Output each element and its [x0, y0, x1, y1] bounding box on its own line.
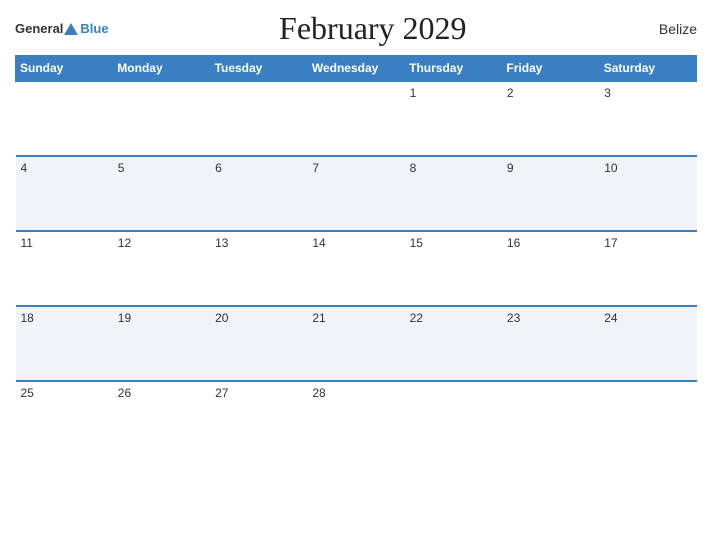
country-label: Belize: [637, 21, 697, 37]
day-cell: 2: [502, 81, 599, 156]
day-number: 20: [215, 311, 228, 325]
day-number: 24: [604, 311, 617, 325]
day-number: 18: [21, 311, 34, 325]
day-number: 1: [410, 86, 417, 100]
logo-blue-text: Blue: [80, 21, 108, 36]
logo-general-text: General: [15, 21, 63, 36]
day-cell: 22: [405, 306, 502, 381]
day-cell: 11: [16, 231, 113, 306]
day-number: 4: [21, 161, 28, 175]
day-cell: 12: [113, 231, 210, 306]
weekday-header-sunday: Sunday: [16, 56, 113, 82]
day-number: 3: [604, 86, 611, 100]
day-number: 17: [604, 236, 617, 250]
day-cell: 4: [16, 156, 113, 231]
week-row-2: 11 12 13 14 15 16 17: [16, 231, 697, 306]
weekday-header-row: SundayMondayTuesdayWednesdayThursdayFrid…: [16, 56, 697, 82]
day-cell: 14: [307, 231, 404, 306]
month-title: February 2029: [109, 10, 637, 47]
day-number: 14: [312, 236, 325, 250]
day-number: 22: [410, 311, 423, 325]
day-number: 25: [21, 386, 34, 400]
week-row-4: 25 26 27 28: [16, 381, 697, 456]
day-cell: [16, 81, 113, 156]
day-cell: 10: [599, 156, 696, 231]
day-cell: [210, 81, 307, 156]
day-number: 21: [312, 311, 325, 325]
day-number: 10: [604, 161, 617, 175]
weekday-header-monday: Monday: [113, 56, 210, 82]
day-cell: 17: [599, 231, 696, 306]
day-cell: 26: [113, 381, 210, 456]
day-cell: 23: [502, 306, 599, 381]
day-cell: 19: [113, 306, 210, 381]
day-cell: 3: [599, 81, 696, 156]
day-cell: [113, 81, 210, 156]
weekday-header-tuesday: Tuesday: [210, 56, 307, 82]
day-number: 7: [312, 161, 319, 175]
day-cell: [405, 381, 502, 456]
day-number: 15: [410, 236, 423, 250]
day-number: 26: [118, 386, 131, 400]
day-number: 9: [507, 161, 514, 175]
day-number: 11: [21, 236, 33, 250]
day-cell: 5: [113, 156, 210, 231]
day-cell: 28: [307, 381, 404, 456]
day-cell: 7: [307, 156, 404, 231]
day-cell: [307, 81, 404, 156]
day-cell: 16: [502, 231, 599, 306]
week-row-3: 18 19 20 21 22 23 24: [16, 306, 697, 381]
week-row-0: 1 2 3: [16, 81, 697, 156]
day-number: 13: [215, 236, 228, 250]
day-cell: [599, 381, 696, 456]
day-cell: 9: [502, 156, 599, 231]
day-cell: 1: [405, 81, 502, 156]
day-cell: [502, 381, 599, 456]
weekday-header-thursday: Thursday: [405, 56, 502, 82]
day-number: 8: [410, 161, 417, 175]
logo-triangle-icon: [64, 23, 78, 35]
day-cell: 25: [16, 381, 113, 456]
day-cell: 15: [405, 231, 502, 306]
day-cell: 18: [16, 306, 113, 381]
day-cell: 27: [210, 381, 307, 456]
day-cell: 8: [405, 156, 502, 231]
calendar-table: SundayMondayTuesdayWednesdayThursdayFrid…: [15, 55, 697, 456]
weekday-header-wednesday: Wednesday: [307, 56, 404, 82]
weekday-header-saturday: Saturday: [599, 56, 696, 82]
day-number: 19: [118, 311, 131, 325]
day-number: 2: [507, 86, 514, 100]
day-number: 23: [507, 311, 520, 325]
day-number: 27: [215, 386, 228, 400]
calendar-header: General Blue February 2029 Belize: [15, 10, 697, 47]
day-number: 12: [118, 236, 131, 250]
day-cell: 21: [307, 306, 404, 381]
weekday-header-friday: Friday: [502, 56, 599, 82]
day-number: 6: [215, 161, 222, 175]
day-cell: 13: [210, 231, 307, 306]
week-row-1: 4 5 6 7 8 9 10: [16, 156, 697, 231]
day-cell: 6: [210, 156, 307, 231]
day-number: 16: [507, 236, 520, 250]
day-number: 5: [118, 161, 125, 175]
day-number: 28: [312, 386, 325, 400]
calendar-container: General Blue February 2029 Belize Sunday…: [0, 0, 712, 550]
day-cell: 20: [210, 306, 307, 381]
logo: General Blue: [15, 21, 109, 36]
day-cell: 24: [599, 306, 696, 381]
